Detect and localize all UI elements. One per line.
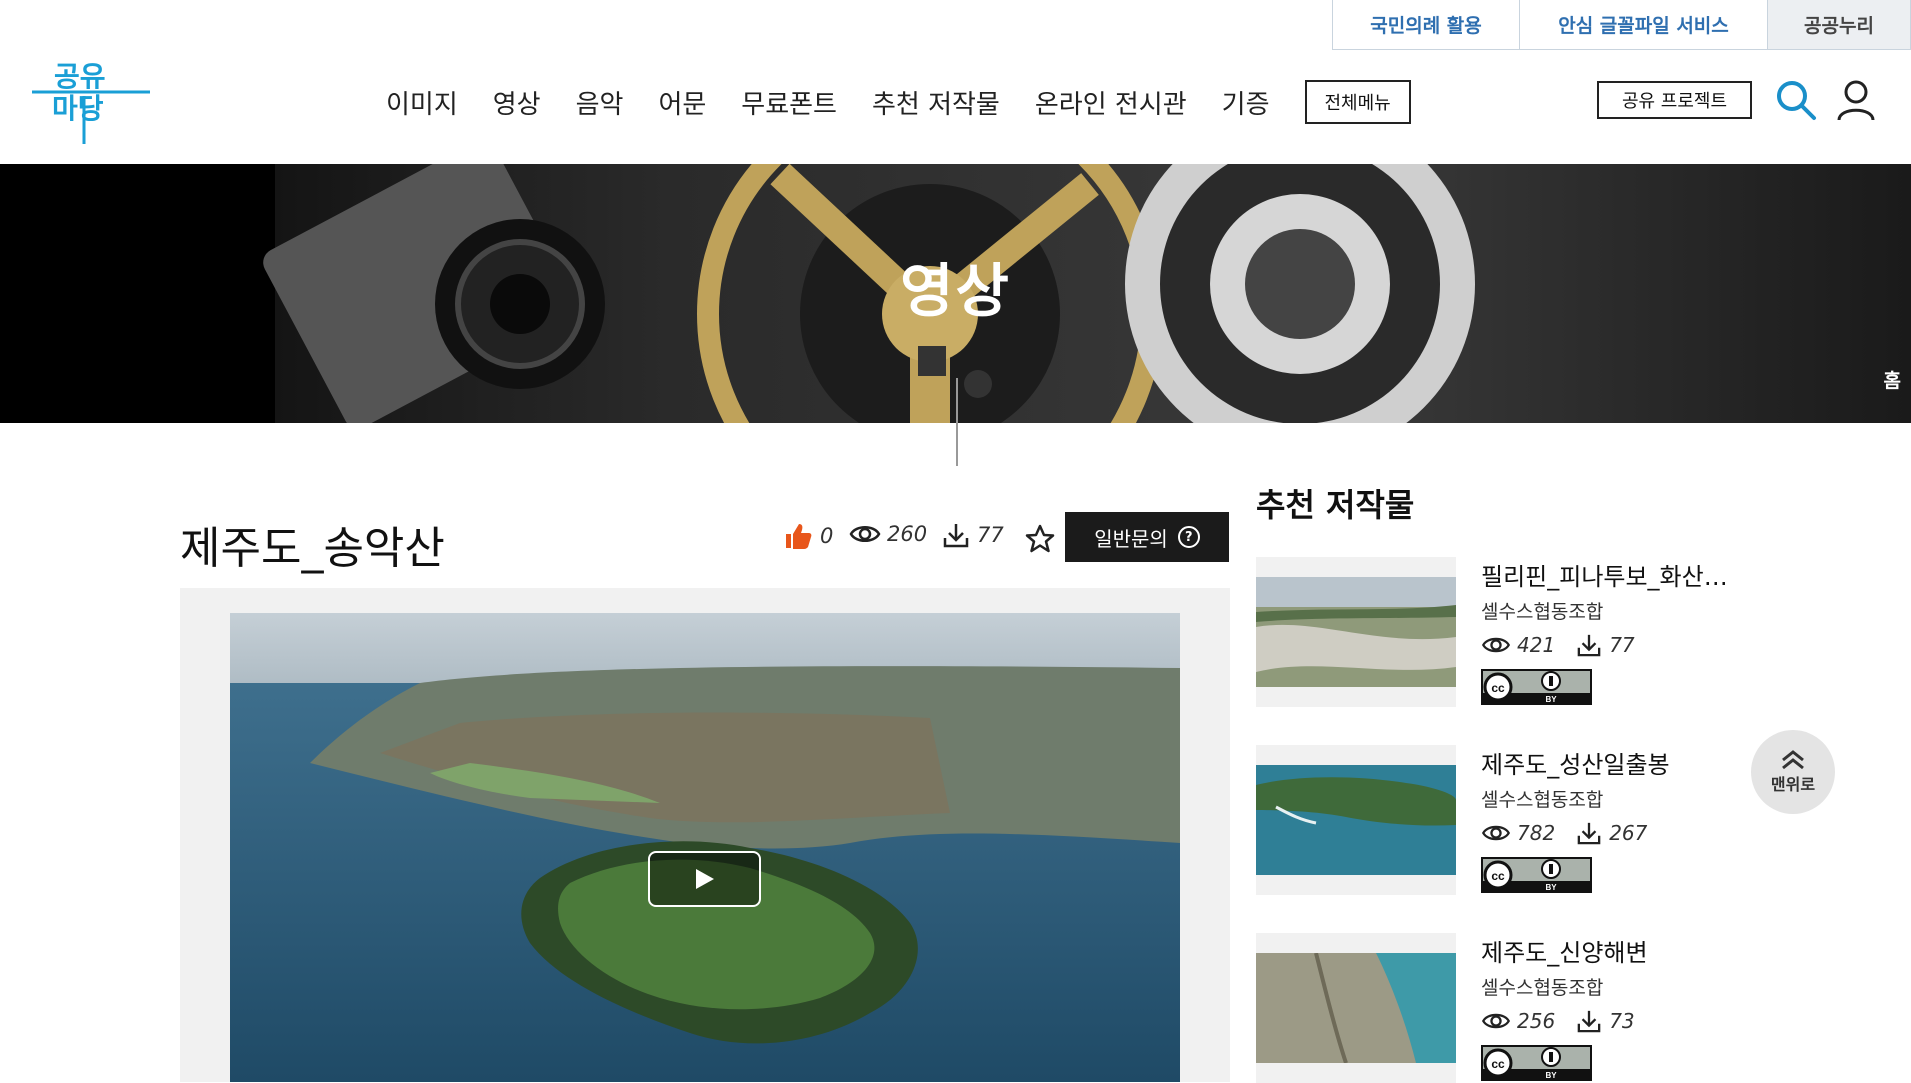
svg-text:cc: cc [1491, 869, 1505, 883]
recommended-thumbnail[interactable] [1256, 557, 1456, 707]
recommended-item-title[interactable]: 제주도_성산일출봉 [1481, 745, 1761, 780]
nav-item-text[interactable]: 어문 [658, 84, 706, 121]
page-title: 제주도_송악산 [180, 523, 445, 574]
nav-item-recommended[interactable]: 추천 저작물 [872, 84, 1000, 121]
thumbnail-image [1256, 577, 1456, 687]
recommended-item-title[interactable]: 제주도_신양해변 [1481, 933, 1761, 968]
banner-title: 영상 [900, 257, 1011, 325]
nav-item-image[interactable]: 이미지 [386, 84, 458, 121]
question-icon: ? [1177, 526, 1200, 548]
svg-text:cc: cc [1491, 681, 1505, 695]
view-count: 782 [1517, 821, 1556, 845]
nav-item-donation[interactable]: 기증 [1222, 84, 1270, 121]
download-stat: 77 [943, 522, 1004, 548]
util-link-national-ritual[interactable]: 국민의례 활용 [1332, 0, 1520, 50]
thumbs-up-icon [786, 524, 812, 549]
recommended-item[interactable]: 필리핀_피나투보_화산… 셀수스협동조합 421 77 cc BY [1256, 557, 1776, 707]
video-player[interactable] [230, 613, 1180, 1082]
general-inquiry-button[interactable]: 일반문의 ? [1065, 512, 1229, 562]
cc-by-license-icon: cc BY [1481, 1045, 1592, 1081]
search-icon[interactable] [1775, 79, 1817, 121]
util-link-kogl[interactable]: 공공누리 [1768, 0, 1911, 50]
recommended-item-org: 셀수스협동조합 [1481, 977, 1604, 999]
download-icon [1577, 634, 1601, 657]
video-play-button[interactable] [648, 851, 761, 907]
svg-text:공유: 공유 [54, 61, 106, 92]
recommended-item[interactable]: 제주도_성산일출봉 셀수스협동조합 782 267 cc BY [1256, 745, 1776, 895]
nav-item-online-exhibition[interactable]: 온라인 전시관 [1035, 84, 1187, 121]
download-count: 73 [1609, 1009, 1635, 1033]
like-stat[interactable]: 0 [784, 522, 833, 550]
download-count: 77 [1609, 633, 1635, 657]
inquiry-label: 일반문의 [1094, 526, 1168, 551]
back-to-top-label: 맨위로 [1770, 775, 1816, 794]
view-stat: 260 [849, 522, 927, 546]
recommended-item[interactable]: 제주도_신양해변 셀수스협동조합 256 73 cc BY [1256, 933, 1776, 1083]
nav-item-video[interactable]: 영상 [493, 84, 541, 121]
view-count: 421 [1517, 633, 1556, 657]
license-label: BY [1545, 883, 1557, 892]
video-poster-image [230, 613, 1180, 1082]
thumbnail-image [1256, 765, 1456, 875]
recommended-thumbnail[interactable] [1256, 933, 1456, 1083]
eye-icon [849, 526, 881, 542]
user-icon[interactable] [1836, 79, 1876, 121]
favorite-star-icon[interactable] [1025, 524, 1055, 554]
download-icon [943, 524, 969, 548]
download-count: 77 [977, 523, 1004, 547]
recommended-item-title[interactable]: 필리핀_피나투보_화산… [1481, 557, 1761, 592]
breadcrumb-home[interactable]: 홈 [1884, 366, 1901, 393]
download-icon [1577, 822, 1601, 845]
main-nav: 이미지 영상 음악 어문 무료폰트 추천 저작물 온라인 전시관 기증 전체메뉴 [386, 80, 1411, 124]
util-link-safe-font[interactable]: 안심 글꼴파일 서비스 [1520, 0, 1768, 50]
recommended-thumbnail[interactable] [1256, 745, 1456, 895]
share-project-button[interactable]: 공유 프로젝트 [1597, 81, 1752, 119]
like-count: 0 [820, 524, 834, 548]
recommended-item-stats: 256 73 [1481, 1009, 1635, 1033]
recommended-item-stats: 421 77 [1481, 633, 1635, 657]
all-menu-button[interactable]: 전체메뉴 [1304, 80, 1411, 124]
thumbnail-image [1256, 953, 1456, 1063]
svg-text:cc: cc [1491, 1057, 1505, 1071]
recommended-title: 추천 저작물 [1256, 486, 1415, 524]
eye-icon [1481, 825, 1511, 841]
eye-icon [1481, 637, 1511, 653]
nav-item-music[interactable]: 음악 [576, 84, 624, 121]
recommended-item-org: 셀수스협동조합 [1481, 789, 1604, 811]
double-chevron-up-icon [1782, 750, 1804, 770]
download-count: 267 [1609, 821, 1648, 845]
recommended-item-org: 셀수스협동조합 [1481, 601, 1604, 623]
license-label: BY [1545, 1071, 1557, 1080]
download-icon [1577, 1010, 1601, 1033]
back-to-top-button[interactable]: 맨위로 [1751, 730, 1835, 814]
eye-icon [1481, 1013, 1511, 1029]
banner-divider-line [956, 378, 958, 466]
recommended-item-stats: 782 267 [1481, 821, 1647, 845]
view-count: 260 [887, 522, 928, 546]
play-icon [695, 869, 714, 889]
nav-item-free-font[interactable]: 무료폰트 [741, 84, 837, 121]
site-logo[interactable]: 공유 마당 [32, 56, 150, 146]
utility-links: 국민의례 활용 안심 글꼴파일 서비스 공공누리 [1332, 0, 1911, 50]
video-player-container [180, 588, 1230, 1082]
cc-by-license-icon: cc BY [1481, 669, 1592, 705]
license-label: BY [1545, 695, 1557, 704]
svg-text:마당: 마당 [52, 93, 104, 124]
view-count: 256 [1517, 1009, 1556, 1033]
cc-by-license-icon: cc BY [1481, 857, 1592, 893]
